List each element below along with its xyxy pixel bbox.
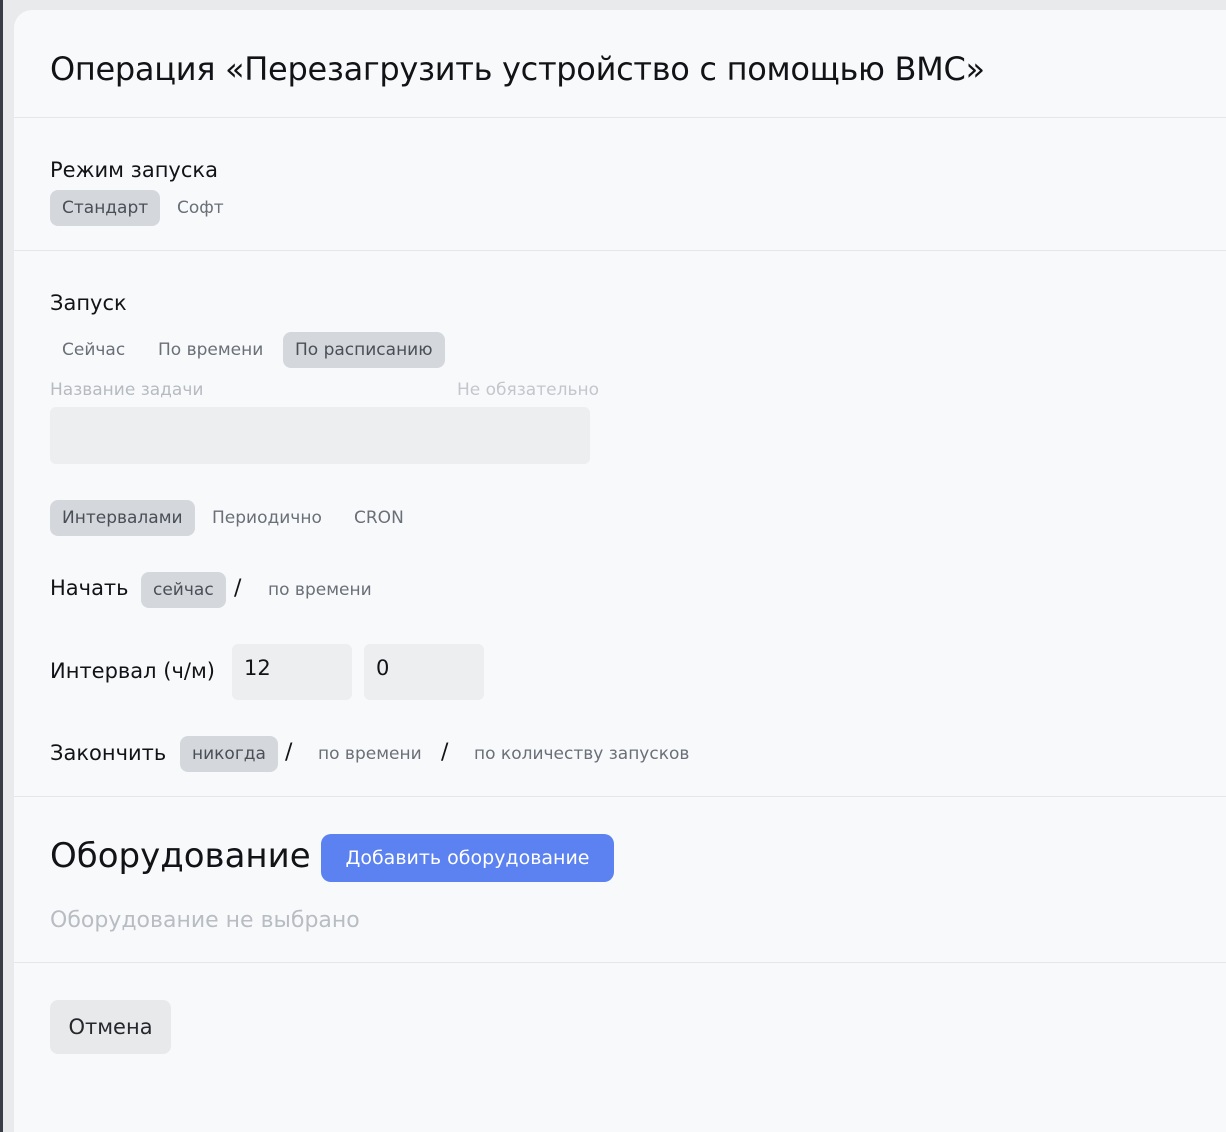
dialog-title: Операция «Перезагрузить устройство с пом… [50, 50, 985, 88]
window-left-edge [0, 0, 3, 1132]
finish-never-option[interactable]: никогда [180, 736, 278, 772]
equipment-empty-text: Оборудование не выбрано [50, 908, 360, 933]
schedule-cron-option[interactable]: CRON [342, 500, 416, 536]
schedule-periodic-option[interactable]: Периодично [200, 500, 334, 536]
interval-minutes-input[interactable] [364, 644, 484, 700]
separator: / [441, 740, 449, 765]
divider [14, 250, 1226, 251]
separator: / [285, 740, 293, 765]
divider [14, 962, 1226, 963]
task-name-optional-hint: Не обязательно [457, 380, 599, 400]
start-now-option[interactable]: сейчас [141, 572, 226, 608]
cancel-button[interactable]: Отмена [50, 1000, 171, 1054]
launch-label: Запуск [50, 291, 127, 315]
finish-by-time-option[interactable]: по времени [306, 736, 434, 772]
launch-mode-standard-option[interactable]: Стандарт [50, 190, 161, 226]
launch-now-option[interactable]: Сейчас [50, 332, 137, 368]
task-name-label: Название задачи [50, 380, 204, 400]
operation-dialog: Операция «Перезагрузить устройство с пом… [14, 10, 1226, 1132]
finish-by-count-option[interactable]: по количеству запусков [462, 736, 701, 772]
launch-by-schedule-option[interactable]: По расписанию [283, 332, 445, 368]
start-label: Начать [50, 576, 129, 600]
interval-hours-input[interactable] [232, 644, 352, 700]
launch-mode-soft-option[interactable]: Софт [165, 190, 236, 226]
add-equipment-button[interactable]: Добавить оборудование [321, 834, 614, 882]
launch-mode-label: Режим запуска [50, 158, 218, 182]
task-name-input[interactable] [50, 407, 590, 464]
launch-by-time-option[interactable]: По времени [146, 332, 275, 368]
separator: / [234, 576, 242, 601]
divider [14, 117, 1226, 118]
start-by-time-option[interactable]: по времени [256, 572, 384, 608]
schedule-intervals-option[interactable]: Интервалами [50, 500, 195, 536]
divider [14, 796, 1226, 797]
finish-label: Закончить [50, 741, 167, 765]
equipment-title: Оборудование [50, 836, 311, 876]
interval-label: Интервал (ч/м) [50, 659, 215, 683]
